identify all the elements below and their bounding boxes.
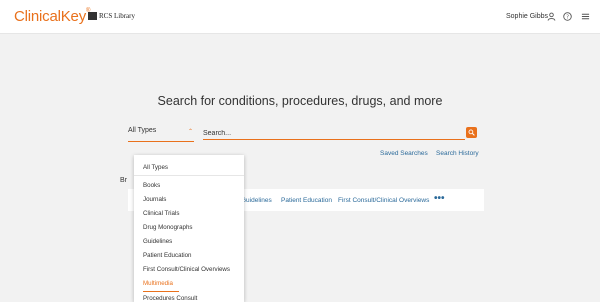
search-input[interactable] bbox=[203, 127, 465, 140]
dropdown-divider bbox=[134, 175, 244, 176]
type-select[interactable]: All Types bbox=[128, 127, 156, 134]
dropdown-item-multimedia[interactable]: Multimedia bbox=[143, 280, 173, 287]
dropdown-item-guidelines[interactable]: Guidelines bbox=[143, 238, 172, 245]
dropdown-item-clinical-trials[interactable]: Clinical Trials bbox=[143, 210, 179, 217]
user-icon[interactable] bbox=[546, 11, 556, 21]
dropdown-item-all-types[interactable]: All Types bbox=[143, 164, 168, 171]
svg-text:?: ? bbox=[566, 14, 569, 20]
search-button[interactable] bbox=[466, 127, 477, 138]
more-options-icon[interactable]: ••• bbox=[434, 193, 445, 204]
search-bar: All Types ⌃ bbox=[128, 127, 478, 142]
user-name[interactable]: Sophie Gibbs bbox=[506, 13, 548, 20]
dropdown-item-drug-monographs[interactable]: Drug Monographs bbox=[143, 224, 193, 231]
dropdown-item-books[interactable]: Books bbox=[143, 182, 160, 189]
dropdown-item-patient-education[interactable]: Patient Education bbox=[143, 252, 192, 259]
browse-label: Br bbox=[120, 177, 127, 184]
clinicalkey-logo[interactable]: ClinicalKey® bbox=[14, 8, 90, 25]
page-title: Search for conditions, procedures, drugs… bbox=[157, 94, 443, 108]
menu-icon[interactable] bbox=[580, 11, 590, 21]
rcs-crest-icon bbox=[88, 12, 97, 20]
type-dropdown-menu: All Types Books Journals Clinical Trials… bbox=[134, 155, 244, 302]
dropdown-item-procedures-consult[interactable]: Procedures Consult bbox=[143, 295, 197, 302]
selected-item-underline bbox=[143, 291, 179, 292]
browse-item-first-consult[interactable]: First Consult/Clinical Overviews bbox=[338, 197, 429, 204]
browse-item-patient-education[interactable]: Patient Education bbox=[281, 197, 332, 204]
dropdown-item-journals[interactable]: Journals bbox=[143, 196, 166, 203]
type-select-underline bbox=[128, 141, 194, 142]
top-bar: ClinicalKey® RCS Library Sophie Gibbs ? bbox=[0, 0, 600, 34]
search-icon bbox=[468, 129, 475, 136]
partner-logo: RCS Library bbox=[88, 12, 135, 20]
dropdown-item-first-consult[interactable]: First Consult/Clinical Overviews bbox=[143, 266, 230, 273]
saved-searches-link[interactable]: Saved Searches bbox=[380, 150, 428, 157]
search-history-link[interactable]: Search History bbox=[436, 150, 479, 157]
help-icon[interactable]: ? bbox=[562, 11, 572, 21]
browse-item-guidelines[interactable]: Guidelines bbox=[241, 197, 272, 204]
chevron-up-icon[interactable]: ⌃ bbox=[188, 128, 193, 135]
